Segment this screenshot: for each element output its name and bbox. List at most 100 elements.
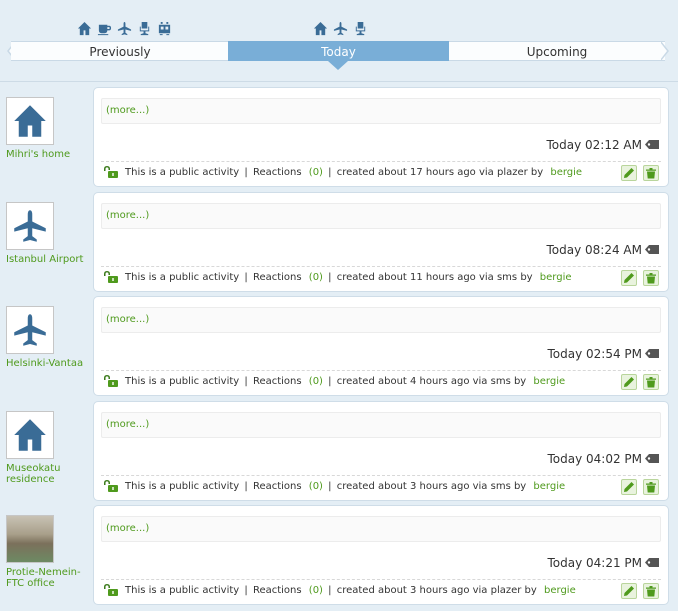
delete-button[interactable] (643, 479, 659, 495)
author-link[interactable]: bergie (533, 481, 565, 492)
place-link[interactable]: Helsinki-Vantaa (6, 358, 90, 369)
active-tab-pointer (328, 61, 348, 70)
pencil-icon (624, 586, 634, 596)
place-link[interactable]: Museokatu residence (6, 463, 90, 485)
created-text: created about 3 hours ago via plazer by (336, 584, 537, 596)
more-link[interactable]: (more...) (106, 314, 149, 325)
activity-card: (more...) Today 04:21 PM This is a publi… (93, 505, 669, 605)
office-chair-icon (136, 20, 152, 36)
home-icon (312, 20, 328, 36)
pencil-icon (624, 482, 634, 492)
unlocked-icon (104, 271, 118, 283)
airplane-icon (332, 20, 348, 36)
tag-icon[interactable] (645, 245, 659, 254)
cafe-icon (96, 20, 112, 36)
pencil-icon (624, 377, 634, 387)
activity-meta: This is a public activity | Reactions (0… (103, 480, 565, 492)
tag-icon[interactable] (645, 349, 659, 358)
activity-meta: This is a public activity | Reactions (0… (103, 271, 572, 283)
activity-note: (more...) (101, 307, 661, 333)
airplane-icon (14, 210, 46, 242)
meta-separator: | (324, 480, 335, 492)
activity-meta: This is a public activity | Reactions (0… (103, 584, 576, 596)
edit-button[interactable] (621, 270, 637, 286)
tag-icon[interactable] (645, 558, 659, 567)
meta-separator: | (241, 584, 251, 596)
place: Museokatu residence (6, 411, 90, 485)
public-text: This is a public activity (125, 375, 240, 387)
separator (101, 475, 661, 476)
activity-actions (621, 270, 659, 286)
activity-actions (621, 583, 659, 599)
meta-separator: | (324, 166, 335, 178)
created-text: created about 4 hours ago via sms by (336, 375, 527, 387)
tag-icon[interactable] (645, 454, 659, 463)
home-icon (76, 20, 92, 36)
edit-button[interactable] (621, 165, 637, 181)
trash-icon (646, 273, 656, 284)
author-link[interactable]: bergie (550, 167, 582, 178)
created-text: created about 11 hours ago via sms by (336, 271, 533, 283)
airplane-icon (116, 20, 132, 36)
unlocked-icon (104, 584, 118, 596)
place: Protie-Nemein-FTC office (6, 515, 90, 589)
office-chair-icon (352, 20, 368, 36)
activity-note: (more...) (101, 412, 661, 438)
tram-icon (156, 20, 172, 36)
activity-actions (621, 374, 659, 390)
separator (101, 370, 661, 371)
meta-separator: | (324, 375, 335, 387)
edit-button[interactable] (621, 479, 637, 495)
reactions-label: Reactions (252, 584, 302, 596)
public-text: This is a public activity (125, 271, 240, 283)
author-link[interactable]: bergie (540, 272, 572, 283)
place-link[interactable]: Protie-Nemein-FTC office (6, 567, 90, 589)
activity-note: (more...) (101, 203, 661, 229)
trash-icon (646, 377, 656, 388)
more-link[interactable]: (more...) (106, 419, 149, 430)
reactions-count[interactable]: (0) (309, 481, 323, 492)
reactions-count[interactable]: (0) (309, 376, 323, 387)
edit-button[interactable] (621, 374, 637, 390)
more-link[interactable]: (more...) (106, 105, 149, 116)
place-link[interactable]: Istanbul Airport (6, 254, 90, 265)
place-thumbnail[interactable] (6, 97, 54, 145)
reactions-count[interactable]: (0) (309, 272, 323, 283)
airplane-icon (14, 314, 46, 346)
edit-button[interactable] (621, 583, 637, 599)
place-thumbnail[interactable] (6, 515, 54, 563)
reactions-count[interactable]: (0) (309, 585, 323, 596)
pencil-icon (624, 168, 634, 178)
more-link[interactable]: (more...) (106, 523, 149, 534)
author-link[interactable]: bergie (544, 585, 576, 596)
delete-button[interactable] (643, 165, 659, 181)
reactions-label: Reactions (252, 480, 302, 492)
tab-upcoming[interactable]: Upcoming (449, 41, 665, 61)
activity-row: Mihri's home (more...) Today 02:12 AM Th… (0, 87, 678, 187)
unlocked-icon (104, 480, 118, 492)
more-link[interactable]: (more...) (106, 210, 149, 221)
tab-today[interactable]: Today (228, 41, 449, 61)
place-thumbnail[interactable] (6, 411, 54, 459)
activity-note: (more...) (101, 516, 661, 542)
separator (101, 161, 661, 162)
tab-previously[interactable]: Previously (11, 41, 229, 61)
tag-icon[interactable] (645, 140, 659, 149)
place-link[interactable]: Mihri's home (6, 149, 90, 160)
place-thumbnail[interactable] (6, 202, 54, 250)
reactions-label: Reactions (252, 375, 302, 387)
pencil-icon (624, 273, 634, 283)
reactions-count[interactable]: (0) (309, 167, 323, 178)
activity-time: Today 08:24 AM (546, 243, 642, 257)
delete-button[interactable] (643, 270, 659, 286)
created-text: created about 17 hours ago via plazer by (336, 166, 544, 178)
author-link[interactable]: bergie (533, 376, 565, 387)
activity-meta: This is a public activity | Reactions (0… (103, 375, 565, 387)
trash-icon (646, 482, 656, 493)
delete-button[interactable] (643, 374, 659, 390)
right-arrow-icon (660, 41, 669, 61)
place-thumbnail[interactable] (6, 306, 54, 354)
public-text: This is a public activity (125, 584, 240, 596)
delete-button[interactable] (643, 583, 659, 599)
activity-card: (more...) Today 02:54 PM This is a publi… (93, 296, 669, 396)
